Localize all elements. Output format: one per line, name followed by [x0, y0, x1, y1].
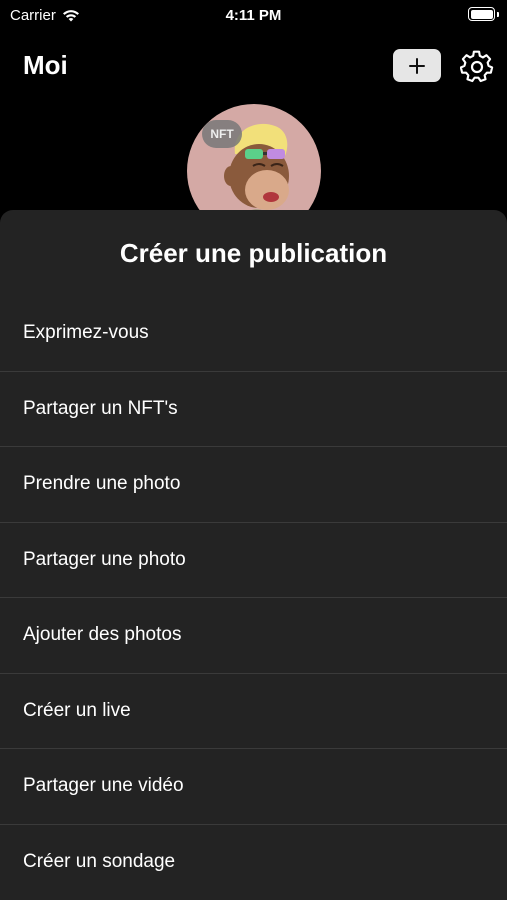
- battery-tip: [497, 12, 499, 17]
- action-express-yourself[interactable]: Exprimez-vous: [0, 296, 507, 372]
- add-button[interactable]: [393, 49, 441, 82]
- gear-icon: [460, 50, 494, 83]
- action-add-photos[interactable]: Ajouter des photos: [0, 598, 507, 674]
- action-share-photo[interactable]: Partager une photo: [0, 523, 507, 598]
- status-bar: Carrier 4:11 PM: [0, 0, 507, 32]
- action-share-nft[interactable]: Partager un NFT's: [0, 372, 507, 447]
- action-take-photo[interactable]: Prendre une photo: [0, 447, 507, 523]
- action-create-poll[interactable]: Créer un sondage: [0, 825, 507, 900]
- settings-button[interactable]: [459, 49, 495, 85]
- battery-icon: [468, 7, 495, 21]
- nft-badge: NFT: [202, 120, 242, 148]
- create-post-sheet: Créer une publication Exprimez-vous Part…: [0, 210, 507, 900]
- action-share-video[interactable]: Partager une vidéo: [0, 749, 507, 825]
- status-time: 4:11 PM: [225, 7, 282, 24]
- sheet-title: Créer une publication: [119, 238, 388, 268]
- action-create-live[interactable]: Créer un live: [0, 674, 507, 749]
- action-list: Exprimez-vous Partager un NFT's Prendre …: [0, 296, 507, 900]
- page-title: Moi: [23, 50, 68, 80]
- plus-icon: [409, 57, 425, 74]
